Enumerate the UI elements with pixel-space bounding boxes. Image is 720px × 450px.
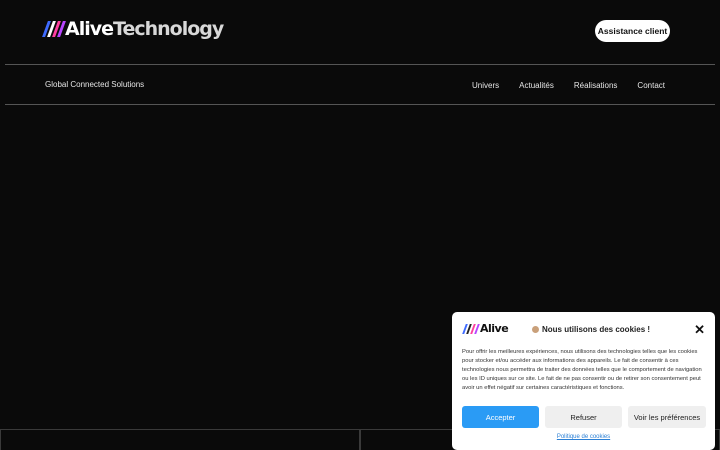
support-button[interactable]: Assistance client (595, 20, 670, 42)
nav-item-contact[interactable]: Contact (637, 81, 665, 90)
header: AliveTechnology Assistance client (0, 0, 720, 64)
nav-item-realisations[interactable]: Réalisations (574, 81, 618, 90)
logo-stripes-icon (462, 323, 480, 334)
cookie-actions: Accepter Refuser Voir les préférences (462, 406, 706, 428)
divider (5, 104, 715, 105)
cookie-logo: Alive (462, 322, 509, 335)
cookie-banner: Alive Nous utilisons des cookies ! ✕ Pou… (452, 312, 715, 450)
logo-technology-text: Technology (113, 18, 224, 40)
cookie-logo-text: Alive (480, 322, 509, 335)
refuse-button[interactable]: Refuser (545, 406, 622, 428)
logo-alive-text: Alive (65, 18, 114, 40)
tagline: Global Connected Solutions (45, 80, 145, 89)
close-icon[interactable]: ✕ (694, 322, 705, 338)
cookie-policy-link[interactable]: Politique de cookies (452, 434, 715, 440)
alive-technology-logo[interactable]: AliveTechnology (42, 18, 224, 40)
main-nav: Univers Actualités Réalisations Contact (472, 81, 665, 90)
content-box (0, 429, 360, 450)
cookie-title: Nous utilisons des cookies ! (542, 325, 651, 334)
divider (5, 64, 715, 65)
preferences-button[interactable]: Voir les préférences (628, 406, 706, 428)
accept-button[interactable]: Accepter (462, 406, 539, 428)
nav-item-actualites[interactable]: Actualités (519, 81, 554, 90)
cookie-description: Pour offrir les meilleures expériences, … (462, 349, 702, 391)
logo-stripes-icon (42, 21, 66, 37)
cookie-icon (532, 326, 539, 333)
nav-item-univers[interactable]: Univers (472, 81, 499, 90)
